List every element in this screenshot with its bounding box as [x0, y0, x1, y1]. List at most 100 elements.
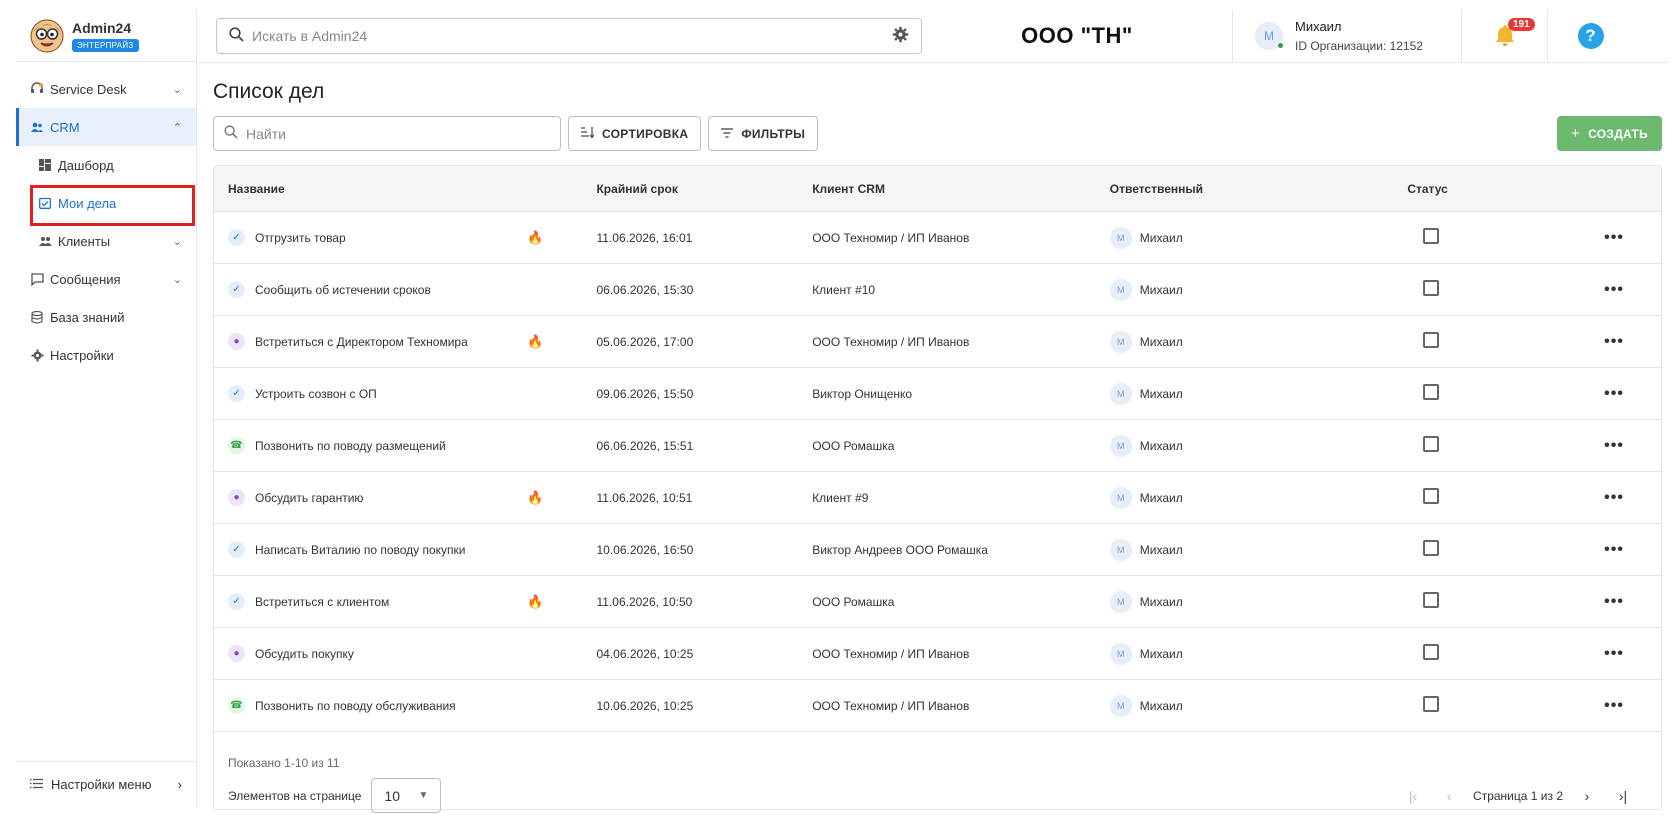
task-client[interactable]: ООО Техномир / ИП Иванов [812, 647, 1110, 661]
avatar: М [1109, 486, 1132, 509]
task-deadline: 05.06.2026, 17:00 [596, 334, 694, 349]
status-checkbox[interactable] [1423, 436, 1440, 452]
task-client[interactable]: ООО Ромашка [812, 439, 1110, 453]
plus-icon: + [1571, 125, 1581, 142]
meeting-icon: ● [228, 489, 245, 506]
create-button[interactable]: + СОЗДАТЬ [1557, 116, 1662, 151]
status-checkbox[interactable] [1423, 488, 1440, 504]
task-name[interactable]: Позвонить по поводу обслуживания [255, 699, 456, 713]
task-name-cell: ☎ Позвонить по поводу размещений [214, 437, 596, 454]
column-header-responsible[interactable]: Ответственный [1110, 182, 1408, 196]
task-client[interactable]: Виктор Онищенко [812, 387, 1110, 401]
column-header-client[interactable]: Клиент CRM [812, 182, 1110, 196]
task-client[interactable]: ООО Техномир / ИП Иванов [812, 231, 1110, 245]
task-client[interactable]: Клиент #10 [812, 283, 1110, 297]
chevron-up-icon: ⌃ [172, 121, 182, 134]
task-name[interactable]: Отгрузить товар [255, 231, 346, 245]
page-size-select[interactable]: 10 ▼ [371, 778, 442, 813]
table-row[interactable]: ● Обсудить покупку 04.06.2026, 10:25 ООО Те… [214, 628, 1661, 680]
notifications-count-badge: 191 [1508, 17, 1535, 31]
page-size-value: 10 [384, 787, 400, 804]
status-checkbox[interactable] [1423, 332, 1440, 348]
menu-settings-button[interactable]: Настройки меню › [16, 761, 196, 807]
status-checkbox[interactable] [1423, 592, 1440, 608]
avatar: М [1255, 22, 1284, 50]
prev-page-button[interactable]: ‹ [1437, 788, 1461, 804]
status-checkbox[interactable] [1423, 644, 1440, 660]
task-name[interactable]: Встретиться с Директором Техномира [255, 335, 468, 349]
sidebar-nav: Service Desk ⌄ CRM ⌃ Дашборд Мои дела Кл… [16, 62, 196, 374]
status-checkbox[interactable] [1423, 228, 1440, 244]
logo-block[interactable]: Admin24 ЭНТЕРПРАЙЗ [16, 10, 196, 62]
sidebar-item-clients[interactable]: Клиенты ⌄ [16, 222, 196, 260]
status-checkbox[interactable] [1423, 384, 1440, 400]
task-client[interactable]: ООО Техномир / ИП Иванов [812, 335, 1110, 349]
task-search-input[interactable]: Найти [213, 116, 561, 151]
table-row[interactable]: ✓ Написать Виталию по поводу покупки 10.06… [214, 524, 1661, 576]
next-page-button[interactable]: › [1575, 788, 1599, 804]
global-search-input[interactable]: Искать в Admin24 [216, 18, 922, 54]
last-page-button[interactable]: ›| [1611, 788, 1635, 804]
status-checkbox[interactable] [1423, 540, 1440, 556]
task-deadline: 06.06.2026, 15:30 [596, 282, 694, 297]
more-actions-icon[interactable]: ••• [1567, 333, 1661, 351]
table-row[interactable]: ✓ Устроить созвон с ОП 09.06.2026, 15:50 Ви… [214, 368, 1661, 420]
sidebar-item-knowledge-base[interactable]: База знаний [16, 298, 196, 336]
sort-icon [581, 126, 595, 141]
task-responsible: М Михаил [1109, 434, 1408, 457]
status-checkbox[interactable] [1423, 696, 1440, 712]
task-name[interactable]: Обсудить гарантию [255, 491, 363, 505]
more-actions-icon[interactable]: ••• [1567, 645, 1661, 663]
task-client[interactable]: Клиент #9 [812, 491, 1110, 505]
notifications-button[interactable]: 191 [1462, 10, 1547, 63]
table-row[interactable]: ✓ Отгрузить товар 🔥 11.06.2026, 16:01 ООО Те… [214, 212, 1661, 264]
table-row[interactable]: ● Обсудить гарантию 🔥 11.06.2026, 10:51 Клие… [214, 472, 1661, 524]
sort-button[interactable]: СОРТИРОВКА [568, 116, 702, 151]
task-name[interactable]: Сообщить об истечении сроков [255, 283, 431, 297]
search-settings-icon[interactable] [892, 26, 909, 46]
help-button[interactable]: ? [1548, 10, 1633, 63]
filter-button[interactable]: ФИЛЬТРЫ [708, 116, 819, 151]
more-actions-icon[interactable]: ••• [1567, 385, 1661, 403]
column-header-name[interactable]: Название [214, 182, 596, 196]
column-header-status[interactable]: Статус [1407, 182, 1567, 196]
first-page-button[interactable]: |‹ [1401, 788, 1425, 804]
task-name[interactable]: Встретиться с клиентом [255, 595, 389, 609]
more-actions-icon[interactable]: ••• [1567, 489, 1661, 507]
sidebar-item-messages[interactable]: Сообщения ⌄ [16, 260, 196, 298]
more-actions-icon[interactable]: ••• [1567, 697, 1661, 715]
responsible-name: Михаил [1139, 230, 1183, 245]
task-deadline: 11.06.2026, 10:51 [596, 490, 693, 505]
status-checkbox[interactable] [1423, 280, 1440, 296]
more-actions-icon[interactable]: ••• [1567, 541, 1661, 559]
app-name: Admin24 [72, 19, 132, 36]
table-row[interactable]: ☎ Позвонить по поводу обслуживания 10.06.2… [214, 680, 1661, 732]
more-actions-icon[interactable]: ••• [1567, 229, 1661, 247]
user-profile[interactable]: М Михаил ID Организации: 12152 [1233, 10, 1461, 63]
more-actions-icon[interactable]: ••• [1567, 437, 1661, 455]
task-name[interactable]: Написать Виталию по поводу покупки [255, 543, 466, 557]
task-status [1407, 280, 1567, 299]
table-row[interactable]: ✓ Сообщить об истечении сроков 06.06.2026,… [214, 264, 1661, 316]
task-name[interactable]: Позвонить по поводу размещений [255, 439, 446, 453]
table-row[interactable]: ✓ Встретиться с клиентом 🔥 11.06.2026, 10:5… [214, 576, 1661, 628]
task-name[interactable]: Устроить созвон с ОП [255, 387, 377, 401]
table-row[interactable]: ● Встретиться с Директором Техномира 🔥 05.0… [214, 316, 1661, 368]
sidebar-item-settings[interactable]: Настройки [16, 336, 196, 374]
table-row[interactable]: ☎ Позвонить по поводу размещений 06.06.202… [214, 420, 1661, 472]
task-client[interactable]: ООО Ромашка [812, 595, 1110, 609]
task-name-cell: ● Обсудить гарантию 🔥 [214, 489, 596, 506]
sidebar-item-crm[interactable]: CRM ⌃ [16, 108, 196, 146]
task-client[interactable]: ООО Техномир / ИП Иванов [812, 699, 1110, 713]
more-actions-icon[interactable]: ••• [1567, 593, 1661, 611]
column-header-deadline[interactable]: Крайний срок [596, 182, 812, 196]
avatar: М [1109, 694, 1132, 717]
task-client[interactable]: Виктор Андреев ООО Ромашка [812, 543, 1110, 557]
avatar: М [1109, 382, 1132, 405]
task-name[interactable]: Обсудить покупку [255, 647, 354, 661]
task-deadline: 10.06.2026, 16:50 [596, 542, 694, 557]
sidebar-item-service-desk[interactable]: Service Desk ⌄ [16, 70, 196, 108]
sidebar-item-my-tasks[interactable]: Мои дела [16, 184, 196, 222]
more-actions-icon[interactable]: ••• [1567, 281, 1661, 299]
sidebar-item-dashboard[interactable]: Дашборд [16, 146, 196, 184]
